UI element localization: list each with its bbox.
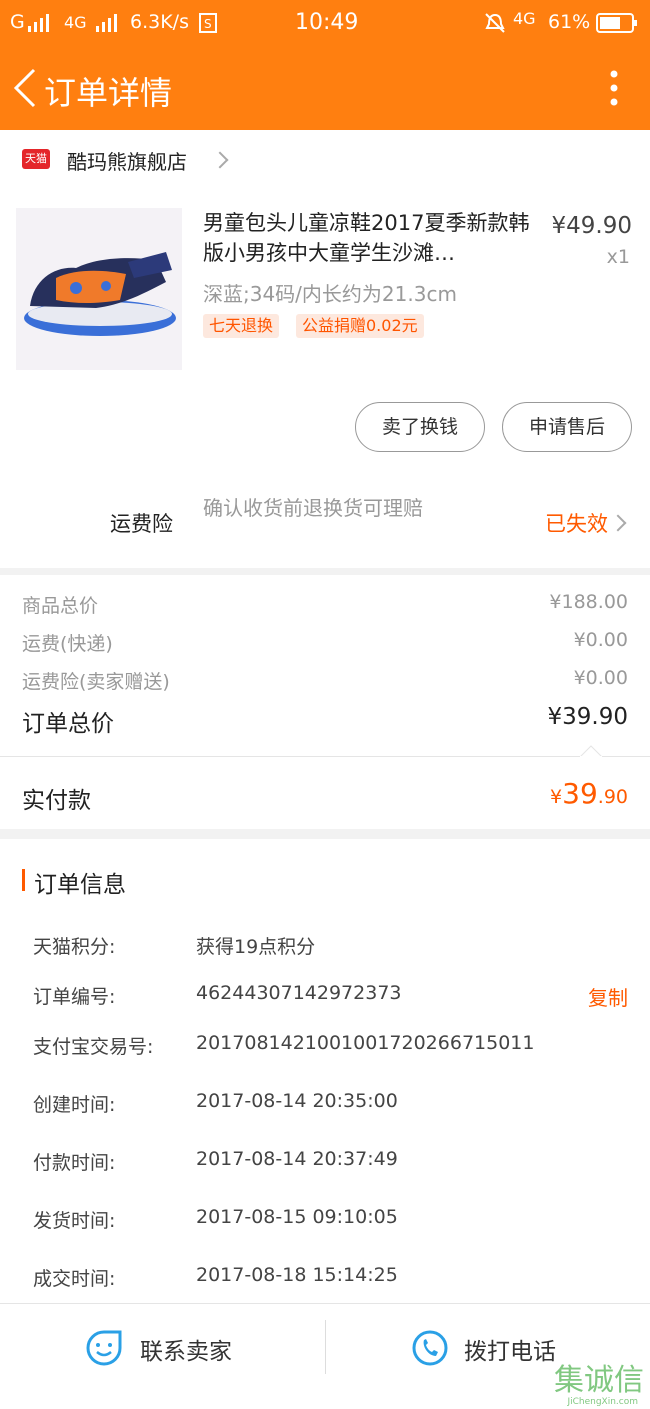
info-label: 创建时间: — [33, 1094, 116, 1116]
clock: 10:49 — [295, 10, 359, 35]
summary-value: ¥0.00 — [573, 667, 628, 689]
section-title: 订单信息 — [34, 872, 126, 898]
info-value: 获得19点积分 — [196, 936, 316, 958]
paid-currency: ¥ — [550, 786, 563, 808]
price-summary: 商品总价 ¥188.00 运费(快递) ¥0.00 运费险(卖家赠送) ¥0.0… — [0, 575, 650, 756]
bottom-action-bar: 联系卖家 拨打电话 集诚信 JiChengXin.com — [0, 1303, 650, 1409]
summary-value: ¥188.00 — [549, 591, 628, 613]
order-info-section: 订单信息 天猫积分: 获得19点积分 订单编号: 462443071429723… — [0, 839, 650, 1303]
chat-smile-icon — [86, 1330, 122, 1366]
insurance-description: 确认收货前退换货可理赔 — [203, 496, 423, 520]
network-label: 4G — [64, 13, 87, 32]
tmall-badge: 天猫 — [22, 149, 50, 169]
return-tag: 七天退换 — [203, 314, 280, 338]
shop-row[interactable]: 天猫 酷玛熊旗舰店 — [0, 130, 650, 188]
product-quantity: x1 — [606, 246, 630, 268]
svg-text:S: S — [204, 17, 212, 31]
info-label: 支付宝交易号: — [33, 1036, 154, 1058]
copy-button[interactable]: 复制 — [588, 982, 628, 1011]
summary-row: 运费(快递) ¥0.00 — [22, 629, 628, 656]
info-label: 付款时间: — [33, 1152, 116, 1174]
summary-value: ¥0.00 — [573, 629, 628, 651]
shipping-insurance-row[interactable]: 运费险 确认收货前退换货可理赔 已失效 — [0, 483, 650, 568]
info-label: 成交时间: — [33, 1268, 116, 1290]
insurance-status: 已失效 — [545, 512, 608, 536]
paid-decimal: .90 — [597, 786, 628, 808]
call-phone-label: 拨打电话 — [464, 1339, 556, 1365]
paid-label: 实付款 — [22, 788, 91, 814]
info-value: 2017-08-14 20:37:49 — [196, 1148, 398, 1170]
info-label: 订单编号: — [33, 986, 116, 1008]
signal-icon — [28, 14, 49, 32]
info-label: 天猫积分: — [33, 936, 116, 958]
actual-paid-row: 实付款 ¥39.90 — [0, 757, 650, 829]
network-label-right: 4G — [513, 9, 536, 28]
order-total-row: 订单总价 ¥39.90 — [22, 704, 628, 738]
info-value: 46244307142972373 — [196, 982, 402, 1004]
summary-label: 商品总价 — [22, 595, 99, 617]
chevron-right-icon — [609, 514, 627, 532]
summary-label: 运费(快递) — [22, 633, 113, 655]
nav-bar: 订单详情 — [0, 48, 650, 130]
status-bar: G 4G 6.3K/s S 10:49 4G 61% — [0, 0, 650, 48]
paid-amount: ¥39.90 — [550, 777, 628, 810]
contact-seller-button[interactable]: 联系卖家 — [0, 1304, 325, 1409]
battery-icon — [596, 13, 637, 33]
battery-percent: 61% — [548, 11, 591, 33]
sandal-image — [24, 252, 176, 336]
more-vertical-icon[interactable] — [610, 70, 618, 106]
summary-row: 运费险(卖家赠送) ¥0.00 — [22, 667, 628, 694]
info-label: 发货时间: — [33, 1210, 116, 1232]
product-card: 男童包头儿童凉鞋2017夏季新款韩版小男孩中大童学生沙滩… ¥49.90 x1 … — [0, 188, 650, 483]
summary-row: 商品总价 ¥188.00 — [22, 591, 628, 618]
shop-name[interactable]: 酷玛熊旗舰店 — [67, 146, 187, 175]
resell-button[interactable]: 卖了换钱 — [355, 402, 485, 452]
order-total-label: 订单总价 — [22, 711, 114, 737]
signal-icon-2 — [96, 14, 117, 32]
order-total-value: ¥39.90 — [547, 704, 628, 730]
section-accent-bar — [22, 869, 25, 891]
signal-label: G — [10, 11, 25, 33]
insurance-label: 运费险 — [110, 512, 173, 536]
watermark: 集诚信 — [554, 1363, 644, 1398]
pointer-caret-icon — [580, 745, 602, 757]
product-price: ¥49.90 — [551, 213, 632, 239]
chevron-right-icon — [211, 151, 229, 169]
back-chevron-icon[interactable] — [12, 68, 38, 108]
mute-bell-icon — [485, 13, 505, 33]
paid-integer: 39 — [562, 777, 598, 810]
page-title: 订单详情 — [44, 74, 173, 112]
charity-tag: 公益捐赠0.02元 — [296, 314, 424, 338]
product-sku: 深蓝;34码/内长约为21.3cm — [203, 282, 457, 306]
info-value: 2017081421001001720266715011 — [196, 1032, 535, 1054]
product-image[interactable] — [16, 208, 182, 370]
watermark-url: JiChengXin.com — [567, 1397, 638, 1407]
info-value: 2017-08-14 20:35:00 — [196, 1090, 398, 1112]
network-speed: 6.3K/s — [130, 11, 189, 33]
after-sale-button[interactable]: 申请售后 — [502, 402, 632, 452]
info-value: 2017-08-18 15:14:25 — [196, 1264, 398, 1286]
info-value: 2017-08-15 09:10:05 — [196, 1206, 398, 1228]
app-notification-icon: S — [199, 13, 217, 33]
phone-icon — [412, 1330, 448, 1366]
contact-seller-label: 联系卖家 — [140, 1339, 232, 1365]
product-title[interactable]: 男童包头儿童凉鞋2017夏季新款韩版小男孩中大童学生沙滩… — [203, 208, 533, 268]
summary-label: 运费险(卖家赠送) — [22, 671, 170, 693]
